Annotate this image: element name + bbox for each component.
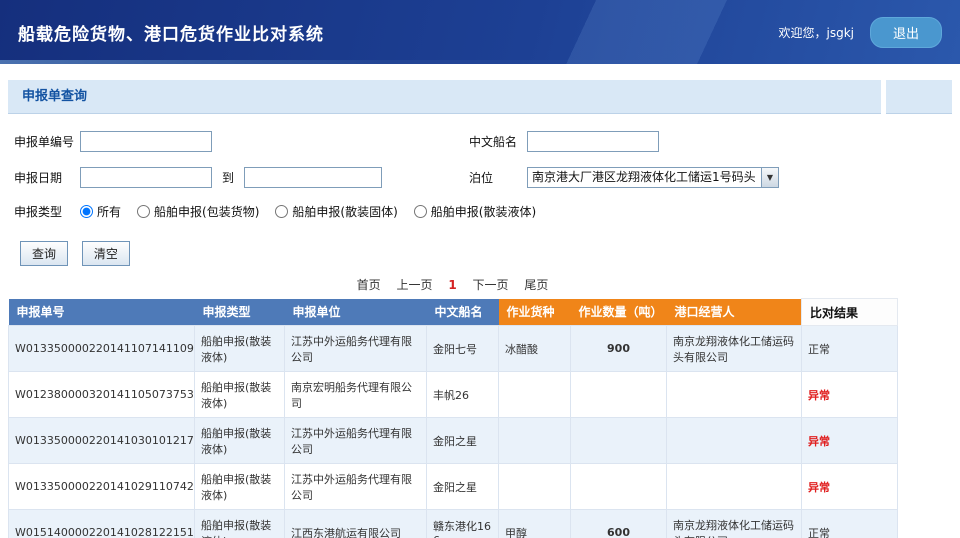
cell-cargo-type [499,372,571,418]
cell-compare-result: 异常 [802,418,898,464]
cell-declaration-unit: 江苏中外运船务代理有限公司 [285,418,427,464]
col-header-declaration-type: 申报类型 [195,299,285,326]
results-table: 申报单号 申报类型 申报单位 中文船名 作业货种 作业数量（吨） 港口经营人 比… [8,298,898,538]
ship-name-label: 中文船名 [469,133,527,150]
col-header-port-operator: 港口经营人 [667,299,802,326]
cell-declaration-no: W015140000220141028122151 [9,510,195,538]
cell-quantity [571,418,667,464]
cell-declaration-unit: 江苏中外运船务代理有限公司 [285,326,427,372]
radio-type-all[interactable]: 所有 [80,203,121,220]
cell-declaration-type: 船舶申报(散装液体) [195,418,285,464]
section-tab-right-block [886,80,952,114]
cell-quantity [571,464,667,510]
berth-label: 泊位 [469,169,527,186]
cell-declaration-type: 船舶申报(散装液体) [195,510,285,538]
table-row: W012380000320141105073753 船舶申报(散装液体) 南京宏… [9,372,898,418]
pagination-first[interactable]: 首页 [357,278,381,292]
date-to-input[interactable] [244,167,382,188]
radio-type-bulk-solid[interactable]: 船舶申报(散装固体) [275,203,397,220]
cell-declaration-unit: 江苏中外运船务代理有限公司 [285,464,427,510]
pagination-prev[interactable]: 上一页 [396,278,432,292]
berth-select[interactable]: 南京港大厂港区龙翔液体化工储运1号码头 ▼ [527,167,779,188]
chevron-down-icon[interactable]: ▼ [761,168,778,187]
cell-ship-name: 丰帆26 [427,372,499,418]
cell-declaration-no: W013350000220141030101217 [9,418,195,464]
cell-port-operator: 南京龙翔液体化工储运码头有限公司 [667,510,802,538]
cell-declaration-no: W012380000320141105073753 [9,372,195,418]
cell-cargo-type [499,464,571,510]
berth-selected-value: 南京港大厂港区龙翔液体化工储运1号码头 [528,168,761,187]
col-header-quantity: 作业数量（吨） [571,299,667,326]
cell-declaration-type: 船舶申报(散装液体) [195,464,285,510]
top-header-bar: 船载危险货物、港口危货作业比对系统 欢迎您，jsgkj 退出 [0,0,960,64]
app-title: 船载危险货物、港口危货作业比对系统 [18,20,324,45]
radio-type-packaged[interactable]: 船舶申报(包装货物) [137,203,259,220]
radio-input-bulk-solid[interactable] [275,205,288,218]
cell-ship-name: 赣东港化166 [427,510,499,538]
pagination: 首页 上一页 1 下一页 尾页 [8,276,897,293]
declaration-type-radios: 所有 船舶申报(包装货物) 船舶申报(散装固体) 船舶申报(散装液体) [80,203,552,220]
cell-declaration-type: 船舶申报(散装液体) [195,372,285,418]
action-buttons: 查询 清空 [0,235,960,266]
col-header-ship-name: 中文船名 [427,299,499,326]
cell-cargo-type: 甲醇 [499,510,571,538]
radio-label-bulk-liquid: 船舶申报(散装液体) [431,203,536,220]
spacer [0,64,960,80]
date-label: 申报日期 [14,169,80,186]
cell-quantity [571,372,667,418]
cell-quantity: 600 [571,510,667,538]
table-header-row: 申报单号 申报类型 申报单位 中文船名 作业货种 作业数量（吨） 港口经营人 比… [9,299,898,326]
cell-compare-result: 异常 [802,464,898,510]
cell-declaration-no: W013350000220141029110742 [9,464,195,510]
col-header-cargo-type: 作业货种 [499,299,571,326]
radio-input-bulk-liquid[interactable] [414,205,427,218]
cell-declaration-type: 船舶申报(散装液体) [195,326,285,372]
table-row: W013350000220141029110742 船舶申报(散装液体) 江苏中… [9,464,898,510]
date-from-input[interactable] [80,167,212,188]
table-row: W013350000220141107141109 船舶申报(散装液体) 江苏中… [9,326,898,372]
declaration-no-input[interactable] [80,131,212,152]
cell-ship-name: 金阳七号 [427,326,499,372]
cell-quantity: 900 [571,326,667,372]
radio-label-bulk-solid: 船舶申报(散装固体) [292,203,397,220]
date-to-label: 到 [222,169,234,186]
query-button[interactable]: 查询 [20,241,68,266]
radio-input-all[interactable] [80,205,93,218]
cell-declaration-no: W013350000220141107141109 [9,326,195,372]
page-title: 申报单查询 [8,80,881,114]
radio-label-packaged: 船舶申报(包装货物) [154,203,259,220]
cell-compare-result: 正常 [802,510,898,538]
cell-compare-result: 正常 [802,326,898,372]
cell-port-operator [667,418,802,464]
declaration-no-label: 申报单编号 [14,133,80,150]
cell-ship-name: 金阳之星 [427,464,499,510]
cell-port-operator: 南京龙翔液体化工储运码头有限公司 [667,326,802,372]
cell-cargo-type: 冰醋酸 [499,326,571,372]
radio-label-all: 所有 [97,203,121,220]
table-row: W015140000220141028122151 船舶申报(散装液体) 江西东… [9,510,898,538]
table-row: W013350000220141030101217 船舶申报(散装液体) 江苏中… [9,418,898,464]
declaration-type-label: 申报类型 [14,203,80,220]
pagination-last[interactable]: 尾页 [524,278,548,292]
query-form: 申报单编号 中文船名 申报日期 到 泊位 南京港大厂港区龙翔液体化工储运1号码头… [0,114,960,220]
cell-port-operator [667,372,802,418]
cell-port-operator [667,464,802,510]
cell-cargo-type [499,418,571,464]
cell-ship-name: 金阳之星 [427,418,499,464]
ship-name-input[interactable] [527,131,659,152]
radio-type-bulk-liquid[interactable]: 船舶申报(散装液体) [414,203,536,220]
col-header-compare-result: 比对结果 [802,299,898,326]
pagination-next[interactable]: 下一页 [473,278,509,292]
logout-button[interactable]: 退出 [870,17,942,48]
col-header-declaration-unit: 申报单位 [285,299,427,326]
cell-compare-result: 异常 [802,372,898,418]
radio-input-packaged[interactable] [137,205,150,218]
cell-declaration-unit: 南京宏明船务代理有限公司 [285,372,427,418]
section-tab-row: 申报单查询 [8,80,952,114]
clear-button[interactable]: 清空 [82,241,130,266]
col-header-declaration-no: 申报单号 [9,299,195,326]
cell-declaration-unit: 江西东港航运有限公司 [285,510,427,538]
pagination-current-page[interactable]: 1 [448,278,456,292]
welcome-text: 欢迎您，jsgkj [778,24,854,41]
